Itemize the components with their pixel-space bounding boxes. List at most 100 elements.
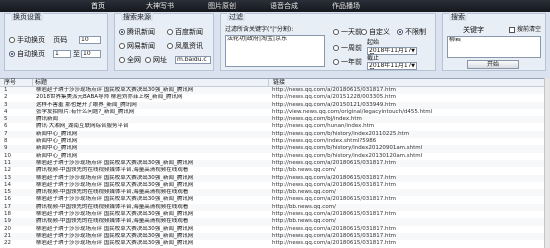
header-link[interactable]: 链接 bbox=[268, 79, 550, 86]
row-index: 18 bbox=[4, 211, 11, 218]
filter-start-date[interactable]: 2018年11月17日 ▼ bbox=[367, 47, 417, 55]
row-title: 张学友拍照片:有什么问题?_新闻_腾讯网 bbox=[36, 108, 135, 115]
source-ifeng-radio[interactable] bbox=[167, 43, 173, 49]
table-row[interactable]: 1 柳岩赵子琪于莎莎现场点评 国民校草大赛决出30强_新闻_腾讯网 http://n… bbox=[0, 87, 550, 95]
row-index: 2 bbox=[4, 94, 8, 101]
clear-before-search-label: 搜前清空 bbox=[517, 26, 542, 33]
row-index: 7 bbox=[4, 130, 8, 137]
row-index: 15 bbox=[4, 189, 11, 196]
table-row[interactable]: 19 腾讯视频-中国领先的在线视频媒体平台,海量高清视频在线观看 http://bb… bbox=[0, 218, 550, 226]
row-link: http://news.qq.com/hunan/index.htm bbox=[272, 123, 375, 130]
row-index: 6 bbox=[4, 123, 8, 130]
row-index: 22 bbox=[4, 240, 11, 247]
row-link: http://news.qq.com/a/20180615/031817.htm bbox=[272, 196, 396, 203]
row-title: 柳岩赵子琪于莎莎现场点评 国民校草大赛决出30强_新闻_腾讯网 bbox=[36, 87, 194, 93]
table-row[interactable]: 6 腾讯·大湘网_湖南互联网综合服务平台 http://news.qq.com/hu… bbox=[0, 123, 550, 130]
clear-before-search-checkbox[interactable] bbox=[509, 26, 515, 33]
filter-week-radio[interactable] bbox=[333, 45, 339, 51]
filter-unlimited-radio[interactable] bbox=[397, 29, 403, 35]
filter-year-radio[interactable] bbox=[333, 59, 339, 65]
to-label: 至 bbox=[73, 50, 80, 58]
table-row[interactable]: 3 这样不害羞 那也是开了眼界_新闻_腾讯网 http://news.qq.com/… bbox=[0, 101, 550, 109]
table-row[interactable]: 4 张学友拍照片:有什么问题?_新闻_腾讯网 http://view.news.qq… bbox=[0, 109, 550, 116]
filter-start-label: 起始 bbox=[367, 39, 380, 46]
table-row[interactable]: 20 柳岩赵子琪于莎莎现场点评 国民校草大赛决出30强_新闻_腾讯网 http://… bbox=[0, 226, 550, 233]
table-row[interactable]: 7 新闻中心_腾讯网 http://news.qq.com/b/history/in… bbox=[0, 130, 550, 139]
table-scrollbar[interactable] bbox=[544, 78, 550, 248]
header-index[interactable]: 序号 bbox=[0, 79, 32, 86]
row-title: 柳岩赵子琪于莎莎现场点评 国民校草大赛决出30强_新闻_腾讯网 bbox=[36, 240, 194, 247]
row-link: http://news.qq.com/a/20180615/031817.htm bbox=[272, 211, 396, 218]
source-ifeng-label: 凤凰资讯 bbox=[175, 42, 203, 50]
manual-page-radio[interactable] bbox=[9, 37, 15, 43]
keyword-input[interactable]: 柳岩 bbox=[447, 36, 541, 58]
source-baidu-radio[interactable] bbox=[167, 29, 173, 35]
row-index: 12 bbox=[4, 167, 11, 174]
table-row[interactable]: 12 腾讯视频-中国领先的在线视频媒体平台,海量高清视频在线观看 http://bb… bbox=[0, 167, 550, 174]
from-page-input[interactable]: 1 bbox=[53, 50, 71, 58]
filter-keywords-input[interactable]: 法轮功|政府|淘宝|京东 bbox=[225, 35, 325, 67]
table-row[interactable]: 5 腾讯新闻 http://news.qq.com/bj/index.htm bbox=[0, 116, 550, 124]
row-index: 10 bbox=[4, 152, 11, 159]
table-row[interactable]: 14 柳岩赵子琪于莎莎现场点评 国民校草大赛决出30强_新闻_腾讯网 http://… bbox=[0, 182, 550, 189]
row-title: 柳岩赵子琪于莎莎现场点评 国民校草大赛决出30强_新闻_腾讯网 bbox=[36, 196, 194, 203]
row-title: 新闻中心_腾讯网 bbox=[36, 145, 78, 152]
top-tab-bar: 首页 大神写书 图片原创 语音合成 作品播场 bbox=[0, 0, 550, 12]
row-link: http://news.qq.com/bj/index.htm bbox=[272, 116, 362, 123]
tab-write-book[interactable]: 大神写书 bbox=[132, 0, 188, 12]
table-header: 序号 标题 链接 bbox=[0, 79, 550, 87]
source-custom-radio[interactable] bbox=[145, 57, 151, 63]
row-link: http://bb.news.qq.com/ bbox=[272, 218, 336, 225]
table-row[interactable]: 9 新闻中心_腾讯网 http://news.qq.com/b/history/in… bbox=[0, 145, 550, 153]
source-all-radio[interactable] bbox=[119, 57, 125, 63]
filter-day-radio[interactable] bbox=[333, 29, 339, 35]
row-link: http://news.qq.com/b/history/index201301… bbox=[272, 152, 423, 159]
row-title: 柳岩赵子琪于莎莎现场点评 国民校草大赛决出30强_新闻_腾讯网 bbox=[36, 232, 194, 239]
table-row[interactable]: 16 柳岩赵子琪于莎莎现场点评 国民校草大赛决出30强_新闻_腾讯网 http://… bbox=[0, 196, 550, 203]
table-row[interactable]: 8 新闻中心_腾讯网 http://news.qq.com/index.shtml?… bbox=[0, 138, 550, 145]
table-row[interactable]: 18 柳岩赵子琪于莎莎现场点评 国民校草大赛决出30强_新闻_腾讯网 http://… bbox=[0, 211, 550, 218]
row-index: 1 bbox=[4, 87, 8, 93]
row-title: 柳岩赵子琪于莎莎现场点评 国民校草大赛决出30强_新闻_腾讯网 bbox=[36, 159, 194, 166]
row-title: 新闻中心_腾讯网 bbox=[36, 138, 78, 145]
auto-page-radio[interactable] bbox=[9, 51, 15, 57]
search-source-panel: 搜索来源 腾讯新闻 百度新闻 网易新闻 凤凰资讯 全网 网址 m.baidu.c bbox=[114, 13, 214, 71]
filter-year-label: 一年前 bbox=[341, 58, 362, 66]
source-netease-radio[interactable] bbox=[119, 43, 125, 49]
row-title: 新闻中心_腾讯网 bbox=[36, 130, 78, 137]
filter-panel: 过滤 过滤所含关键字("|"分割): 法轮功|政府|淘宝|京东 一天前 自定义 … bbox=[220, 13, 436, 71]
source-url-input[interactable]: m.baidu.c bbox=[175, 56, 211, 64]
table-row[interactable]: 15 腾讯视频-中国领先的在线视频媒体平台,海量高清视频在线观看 http://bb… bbox=[0, 189, 550, 197]
source-tencent-radio[interactable] bbox=[119, 29, 125, 35]
to-page-input[interactable]: 10 bbox=[81, 50, 101, 58]
filter-custom-label: 自定义 bbox=[369, 28, 390, 36]
table-row[interactable]: 2 2018世界集美派元BABA导师 柳岩刘亦菲上榜_新闻_腾讯网 http://n… bbox=[0, 94, 550, 101]
row-index: 11 bbox=[4, 159, 11, 166]
table-row[interactable]: 10 新闻中心_腾讯网 http://news.qq.com/b/history/i… bbox=[0, 153, 550, 160]
keyword-label: 关键字 bbox=[463, 26, 484, 34]
table-row[interactable]: 21 柳岩赵子琪于莎莎现场点评 国民校草大赛决出30强_新闻_腾讯网 http://… bbox=[0, 232, 550, 241]
start-button[interactable]: 开始 bbox=[467, 60, 519, 69]
tab-image-original[interactable]: 图片原创 bbox=[194, 0, 250, 12]
tab-works-showcase[interactable]: 作品播场 bbox=[318, 0, 374, 12]
table-row[interactable]: 17 腾讯视频-中国领先的在线视频媒体平台,海量高清视频在线观看 http://bb… bbox=[0, 203, 550, 212]
row-index: 5 bbox=[4, 116, 8, 123]
row-index: 8 bbox=[4, 138, 8, 145]
page-settings-panel: 换页设置 手动换页 页码 10 自动换页 1 至 10 bbox=[4, 13, 108, 71]
filter-custom-radio[interactable] bbox=[361, 29, 367, 35]
table-body: 1 柳岩赵子琪于莎莎现场点评 国民校草大赛决出30强_新闻_腾讯网 http://n… bbox=[0, 87, 550, 248]
filter-end-date[interactable]: 2018年11月17日 ▼ bbox=[367, 62, 417, 70]
search-legend: 搜索 bbox=[449, 13, 467, 21]
row-link: http://news.qq.com/a/20180615/031817.htm bbox=[272, 87, 396, 93]
filter-unlimited-label: 不限制 bbox=[405, 28, 426, 36]
tab-speech-synthesis[interactable]: 语音合成 bbox=[256, 0, 312, 12]
table-row[interactable]: 22 柳岩赵子琪于莎莎现场点评 国民校草大赛决出30强_新闻_腾讯网 http://… bbox=[0, 240, 550, 247]
header-title[interactable]: 标题 bbox=[32, 79, 268, 86]
row-index: 14 bbox=[4, 181, 11, 188]
row-title: 腾讯视频-中国领先的在线视频媒体平台,海量高清视频在线观看 bbox=[36, 203, 189, 210]
tab-home[interactable]: 首页 bbox=[70, 0, 126, 12]
row-title: 腾讯视频-中国领先的在线视频媒体平台,海量高清视频在线观看 bbox=[36, 167, 189, 174]
pages-input[interactable]: 10 bbox=[79, 36, 101, 44]
table-row[interactable]: 13 柳岩赵子琪于莎莎现场点评 国民校草大赛决出30强_新闻_腾讯网 http://… bbox=[0, 174, 550, 182]
table-row[interactable]: 11 柳岩赵子琪于莎莎现场点评 国民校草大赛决出30强_新闻_腾讯网 http://… bbox=[0, 159, 550, 168]
